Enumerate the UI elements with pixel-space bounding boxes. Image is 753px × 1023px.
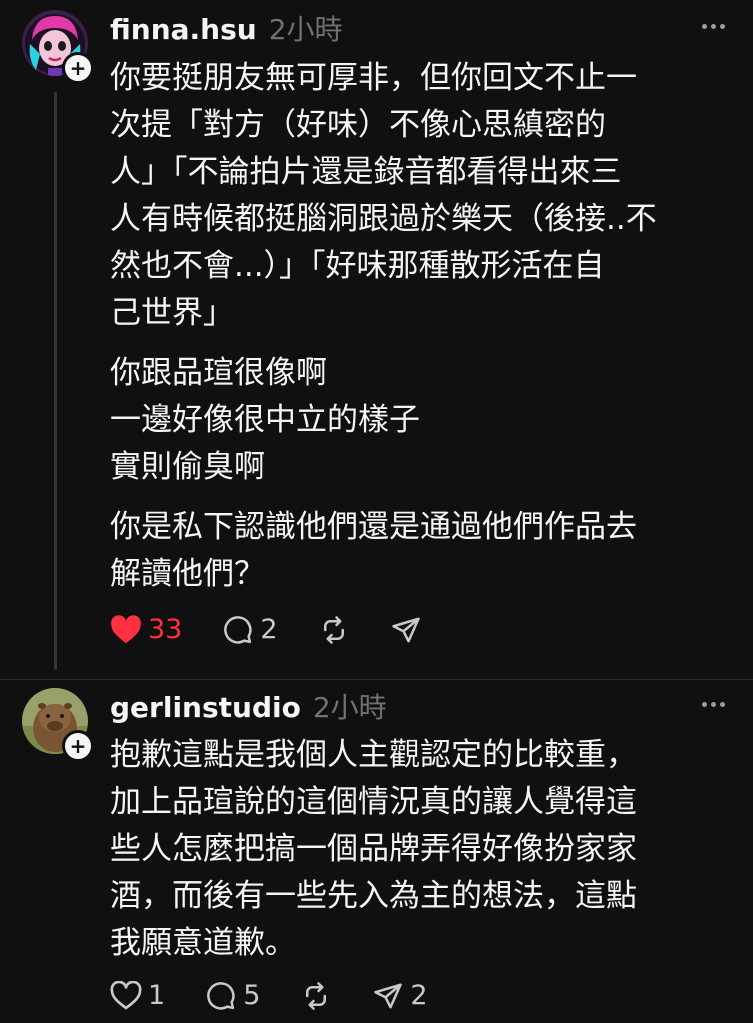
heart-icon bbox=[110, 980, 142, 1009]
share-count: 2 bbox=[410, 980, 428, 1011]
reply-button[interactable]: 2 bbox=[222, 614, 278, 645]
like-button[interactable]: 1 bbox=[110, 980, 165, 1011]
reply-count: 2 bbox=[260, 614, 278, 645]
repost-button[interactable] bbox=[318, 615, 350, 645]
thread-post: + gerlinstudio 2小時 抱歉這點是我個人主觀認定的比較重， 加上品… bbox=[0, 680, 753, 1023]
speech-bubble-icon bbox=[207, 981, 235, 1010]
share-button[interactable] bbox=[390, 615, 422, 645]
like-count: 33 bbox=[148, 614, 183, 645]
post-header: finna.hsu 2小時 bbox=[110, 8, 343, 48]
reply-button[interactable]: 5 bbox=[205, 980, 260, 1011]
like-button[interactable]: 33 bbox=[110, 614, 182, 645]
post-body: 抱歉這點是我個人主觀認定的比較重， 加上品瑄說的這個情況真的讓人覺得這 些人怎麼… bbox=[110, 732, 730, 967]
repost-button[interactable] bbox=[300, 981, 332, 1011]
repost-arrows-icon bbox=[323, 615, 344, 644]
post-paragraph: 你是私下認識他們還是通過他們作品去 解讀他們？ bbox=[110, 509, 637, 592]
username[interactable]: finna.hsu bbox=[110, 13, 257, 46]
post-body: 你要挺朋友無可厚非，但你回文不止一 次提「對方（好味）不像心思縝密的 人」「不論… bbox=[110, 55, 730, 598]
share-button[interactable]: 2 bbox=[372, 980, 428, 1011]
follow-button[interactable]: + bbox=[62, 730, 94, 762]
ellipsis-icon[interactable] bbox=[702, 702, 725, 707]
post-header: gerlinstudio 2小時 bbox=[110, 686, 387, 726]
post-paragraph: 你要挺朋友無可厚非，但你回文不止一 次提「對方（好味）不像心思縝密的 人」「不論… bbox=[110, 60, 657, 331]
plus-icon: + bbox=[69, 56, 87, 80]
timestamp: 2小時 bbox=[268, 13, 343, 46]
action-bar: 33 2 bbox=[110, 614, 462, 645]
timestamp: 2小時 bbox=[312, 691, 387, 724]
paper-plane-icon bbox=[391, 617, 420, 642]
reply-count: 5 bbox=[243, 980, 261, 1011]
post-paragraph: 抱歉這點是我個人主觀認定的比較重， 加上品瑄說的這個情況真的讓人覺得這 些人怎麼… bbox=[110, 737, 637, 961]
paper-plane-icon bbox=[374, 983, 403, 1008]
follow-button[interactable]: + bbox=[62, 52, 94, 84]
thread-post: + finna.hsu 2小時 你要挺朋友無可厚非，但你回文不止一 次提「對方（… bbox=[0, 0, 753, 680]
repost-arrows-icon bbox=[306, 981, 327, 1010]
thread-connector-line bbox=[54, 92, 57, 670]
ellipsis-icon[interactable] bbox=[702, 24, 725, 29]
speech-bubble-icon bbox=[224, 615, 252, 644]
post-paragraph: 你跟品瑄很像啊 一邊好像很中立的樣子 實則偷臭啊 bbox=[110, 355, 420, 485]
heart-icon bbox=[111, 614, 141, 643]
action-bar: 1 5 2 bbox=[110, 980, 468, 1011]
username[interactable]: gerlinstudio bbox=[110, 691, 301, 724]
like-count: 1 bbox=[148, 980, 166, 1011]
plus-icon: + bbox=[69, 734, 87, 758]
